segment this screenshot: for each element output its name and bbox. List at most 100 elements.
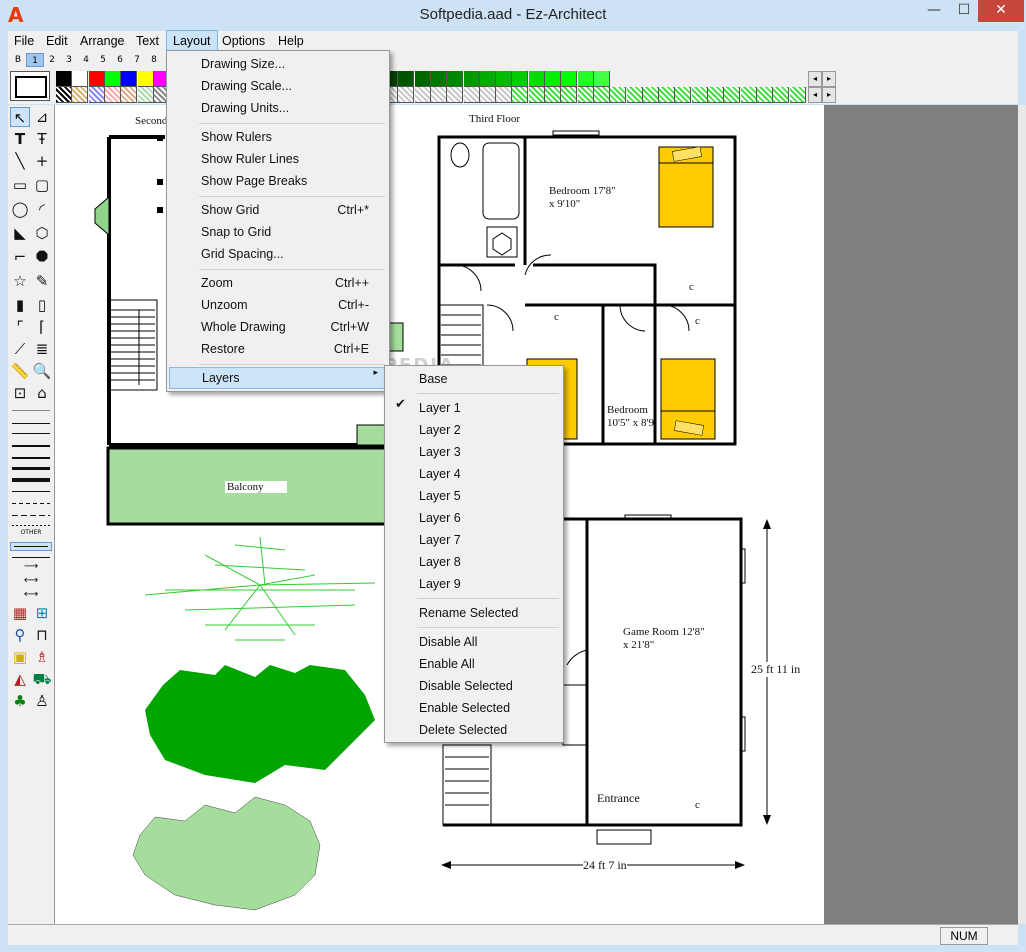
- menu-file[interactable]: File: [8, 31, 40, 51]
- pattern-swatch[interactable]: [610, 87, 627, 103]
- color-swatch[interactable]: [545, 71, 561, 87]
- pattern-swatch[interactable]: [561, 87, 578, 103]
- pattern-swatch[interactable]: [72, 87, 89, 103]
- layer-6[interactable]: Layer 6: [387, 507, 561, 529]
- line-dash-1[interactable]: [12, 491, 50, 492]
- layer-tab-1[interactable]: 1: [26, 53, 44, 67]
- color-swatch[interactable]: [56, 71, 72, 87]
- layer-4[interactable]: Layer 4: [387, 463, 561, 485]
- select-arrow-icon[interactable]: ↖: [10, 107, 30, 127]
- menu-options[interactable]: Options: [216, 31, 271, 51]
- wall-hatch-tool-icon[interactable]: ▯: [32, 295, 52, 315]
- rectangle-tool-icon[interactable]: ▭: [10, 175, 30, 195]
- pattern-swatch[interactable]: [773, 87, 790, 103]
- menu-layers[interactable]: Layers ▸: [169, 367, 387, 389]
- layer-1[interactable]: ✔ Layer 1: [387, 397, 561, 419]
- ruler-tool-icon[interactable]: 📏: [10, 361, 30, 381]
- pattern-swatch[interactable]: [398, 87, 415, 103]
- pattern-swatch[interactable]: [88, 87, 105, 103]
- color-swatch[interactable]: [137, 71, 154, 87]
- pattern-swatch[interactable]: [626, 87, 643, 103]
- vertical-scrollbar[interactable]: [1018, 105, 1026, 924]
- menu-unzoom[interactable]: Unzoom Ctrl+-: [169, 294, 387, 316]
- color-swatch[interactable]: [104, 71, 121, 87]
- pattern-scroll-left[interactable]: ◂: [808, 87, 822, 103]
- color-swatch[interactable]: [72, 71, 89, 87]
- misc-library-icon[interactable]: ♙: [32, 691, 52, 711]
- windows-library-icon[interactable]: ⊞: [32, 603, 52, 623]
- layer-9[interactable]: Layer 9: [387, 573, 561, 595]
- layer-8[interactable]: Layer 8: [387, 551, 561, 573]
- corner-wall-tool-icon[interactable]: ⌜: [10, 317, 30, 337]
- maximize-button[interactable]: ☐: [950, 0, 978, 22]
- disable-all[interactable]: Disable All: [387, 631, 561, 653]
- layer-7[interactable]: Layer 7: [387, 529, 561, 551]
- color-swatch[interactable]: [88, 71, 105, 87]
- pattern-swatch[interactable]: [447, 87, 464, 103]
- color-swatch[interactable]: [479, 71, 496, 87]
- ellipse-tool-icon[interactable]: ◯: [10, 199, 30, 219]
- pattern-swatch[interactable]: [740, 87, 757, 103]
- fit-tool-icon[interactable]: ⊡: [10, 383, 30, 403]
- pattern-swatch[interactable]: [659, 87, 676, 103]
- rotate-tool-icon[interactable]: ⊿: [32, 107, 52, 127]
- menu-zoom[interactable]: Zoom Ctrl++: [169, 272, 387, 294]
- layer-5[interactable]: Layer 5: [387, 485, 561, 507]
- pencil-tool-icon[interactable]: ✎: [32, 271, 52, 291]
- line-weight-1[interactable]: [12, 423, 50, 424]
- pattern-swatch[interactable]: [545, 87, 561, 103]
- palette-scroll-left[interactable]: ◂: [808, 71, 822, 87]
- text-tool-icon[interactable]: T: [10, 129, 30, 149]
- layer-3[interactable]: Layer 3: [387, 441, 561, 463]
- pattern-swatch[interactable]: [137, 87, 154, 103]
- line-weight-3[interactable]: [12, 445, 50, 447]
- layer-2[interactable]: Layer 2: [387, 419, 561, 441]
- layer-base[interactable]: Base: [387, 368, 561, 390]
- menu-show-ruler-lines[interactable]: Show Ruler Lines: [169, 148, 387, 170]
- color-swatch[interactable]: [398, 71, 415, 87]
- minimize-button[interactable]: —: [920, 0, 948, 22]
- line-weight-4[interactable]: [12, 457, 50, 459]
- menu-edit[interactable]: Edit: [40, 31, 74, 51]
- color-swatch[interactable]: [561, 71, 578, 87]
- line-style-dotted[interactable]: [12, 410, 50, 411]
- dimension-tool-icon[interactable]: ⟋: [10, 339, 30, 359]
- home-tool-icon[interactable]: ⌂: [32, 383, 52, 403]
- menu-grid-spacing[interactable]: Grid Spacing...: [169, 243, 387, 265]
- enable-all[interactable]: Enable All: [387, 653, 561, 675]
- line-weight-6[interactable]: [12, 478, 50, 482]
- menu-show-page-breaks[interactable]: Show Page Breaks: [169, 170, 387, 192]
- layer-tab-4[interactable]: 4: [78, 53, 94, 67]
- line-weight-2[interactable]: [12, 433, 50, 434]
- pattern-swatch[interactable]: [577, 87, 594, 103]
- double-wall-tool-icon[interactable]: ⌈: [32, 317, 52, 337]
- pattern-swatch[interactable]: [121, 87, 138, 103]
- color-swatch[interactable]: [528, 71, 545, 87]
- pattern-swatch[interactable]: [675, 87, 692, 103]
- line-arrow-both-2[interactable]: ⟷: [12, 585, 50, 605]
- vehicle-library-icon[interactable]: ⛟: [32, 669, 52, 689]
- menu-whole-drawing[interactable]: Whole Drawing Ctrl+W: [169, 316, 387, 338]
- pattern-swatch[interactable]: [463, 87, 480, 103]
- menu-help[interactable]: Help: [272, 31, 310, 51]
- pattern-swatch[interactable]: [789, 87, 806, 103]
- layer-tab-2[interactable]: 2: [44, 53, 60, 67]
- doors-library-icon[interactable]: ▦: [10, 603, 30, 623]
- tree-library-icon[interactable]: ♣: [10, 691, 30, 711]
- pattern-scroll-right[interactable]: ▸: [822, 87, 836, 103]
- line-weight-5[interactable]: [12, 467, 50, 470]
- line-dash-3[interactable]: [12, 515, 50, 516]
- menu-text[interactable]: Text: [130, 31, 165, 51]
- color-swatch[interactable]: [430, 71, 447, 87]
- menu-restore[interactable]: Restore Ctrl+E: [169, 338, 387, 360]
- polygon-tool-icon[interactable]: ⬡: [32, 223, 52, 243]
- pattern-swatch[interactable]: [56, 87, 72, 103]
- freeform-tool-icon[interactable]: ☆: [10, 271, 30, 291]
- layer-tab-5[interactable]: 5: [95, 53, 111, 67]
- menu-show-grid[interactable]: Show Grid Ctrl+*: [169, 199, 387, 221]
- line-tool-icon[interactable]: ╲: [10, 151, 30, 171]
- layer-tab-3[interactable]: 3: [61, 53, 77, 67]
- layer-tab-8[interactable]: 8: [146, 53, 162, 67]
- zoom-tool-icon[interactable]: 🔍: [32, 361, 52, 381]
- current-fill-preview[interactable]: [10, 71, 50, 101]
